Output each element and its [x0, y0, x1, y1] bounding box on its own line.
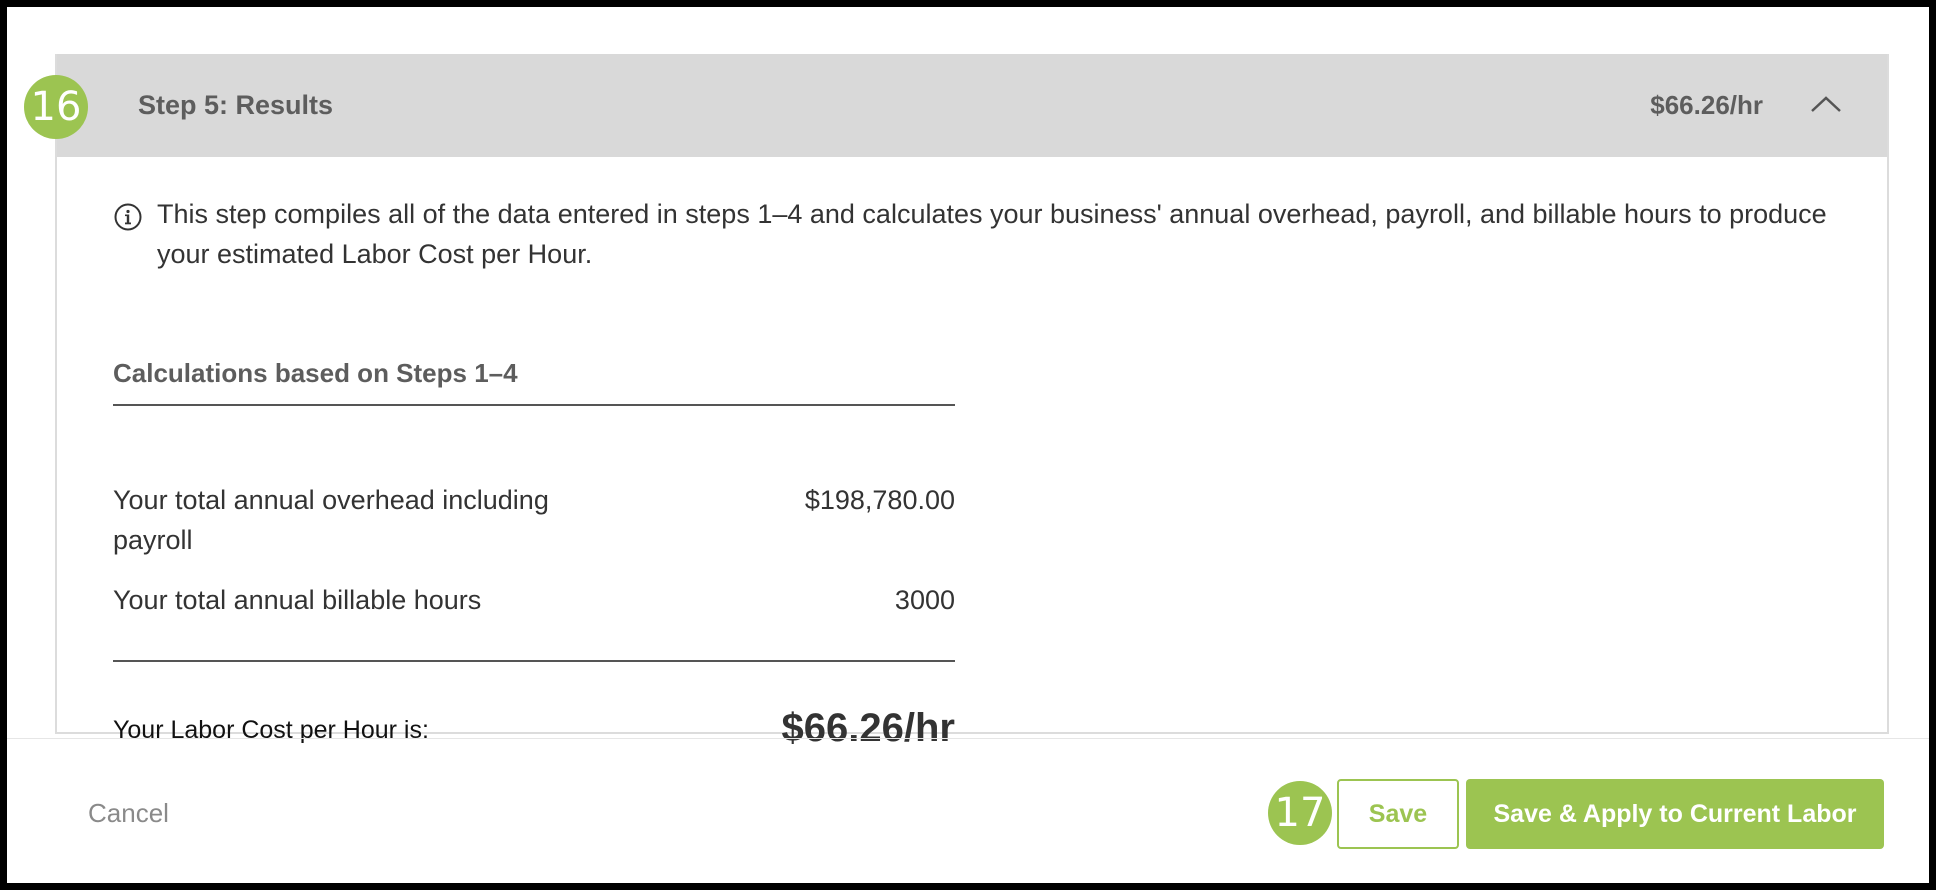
header-rate: $66.26/hr — [1650, 90, 1763, 120]
footer-divider — [7, 738, 1929, 739]
step-title: Step 5: Results — [138, 90, 334, 120]
step-number-badge: 16 — [24, 75, 88, 139]
calculations-heading: Calculations based on Steps 1–4 — [113, 342, 955, 406]
step-header[interactable]: Step 5: Results $66.26/hr — [57, 54, 1887, 157]
results-step-panel: Step 5: Results $66.26/hr This step comp… — [55, 54, 1889, 750]
calc-row-value: 3000 — [894, 585, 955, 615]
calc-row-value: $198,780.00 — [804, 485, 955, 515]
calculations-section: Calculations based on Steps 1–4 Your tot… — [113, 358, 955, 750]
chevron-up-icon[interactable] — [1801, 80, 1851, 130]
result-label: Your Labor Cost per Hour is: — [113, 716, 429, 744]
info-icon — [113, 202, 143, 232]
save-and-apply-button[interactable]: Save & Apply to Current Labor — [1466, 779, 1884, 849]
info-text: This step compiles all of the data enter… — [157, 199, 1827, 269]
calc-row-label: Your total annual billable hours — [113, 585, 482, 615]
save-button[interactable]: Save — [1337, 779, 1459, 849]
info-note: This step compiles all of the data enter… — [113, 194, 1853, 274]
cancel-button[interactable]: Cancel — [88, 793, 169, 833]
action-number-badge: 17 — [1268, 781, 1332, 845]
calc-row-label: Your total annual overhead including pay… — [113, 485, 549, 555]
divider — [113, 660, 955, 662]
result-value: $66.26/hr — [781, 706, 955, 750]
modal-frame: Step 5: Results $66.26/hr This step comp… — [7, 7, 1929, 883]
